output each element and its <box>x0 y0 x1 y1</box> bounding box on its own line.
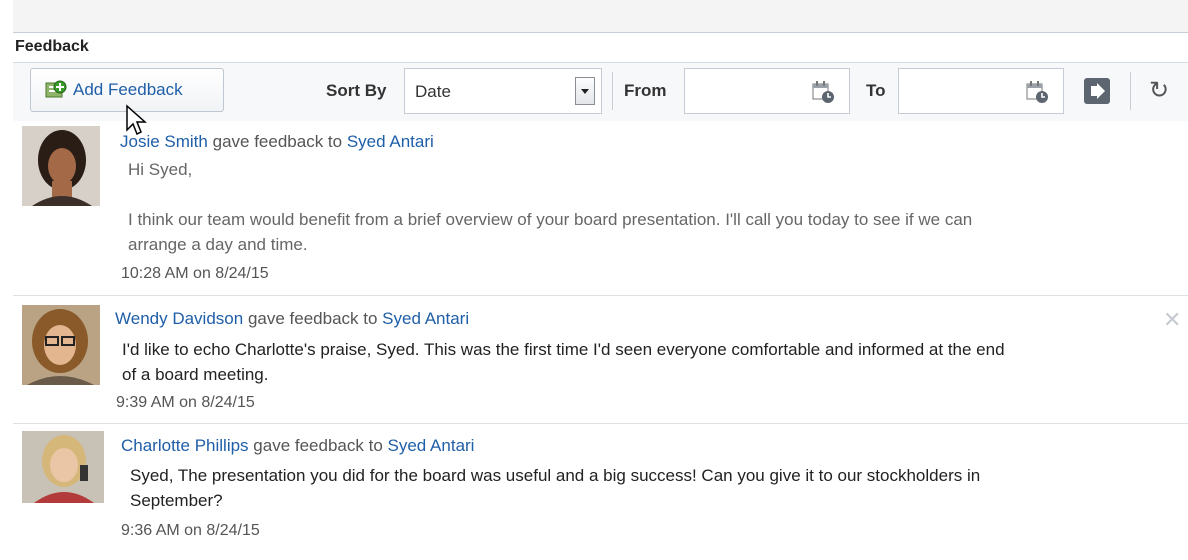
refresh-icon[interactable]: ↻ <box>1149 79 1169 103</box>
sort-select-value: Date <box>415 82 451 101</box>
section-title: Feedback <box>15 38 89 55</box>
recipient-link[interactable]: Syed Antari <box>388 436 475 455</box>
author-link[interactable]: Charlotte Phillips <box>121 436 249 455</box>
to-label: To <box>866 81 886 100</box>
feedback-body: Hi Syed, I think our team would benefit … <box>128 157 972 257</box>
recipient-link[interactable]: Syed Antari <box>382 309 469 328</box>
avatar <box>22 305 100 385</box>
feedback-line: I'd like to echo Charlotte's praise, Sye… <box>122 340 1005 359</box>
feedback-line: of a board meeting. <box>122 365 269 384</box>
to-date-input[interactable] <box>898 68 1064 114</box>
calendar-icon[interactable] <box>1025 80 1049 104</box>
feedback-timestamp: 9:36 AM on 8/24/15 <box>121 522 260 539</box>
feedback-header: Wendy Davidson gave feedback to Syed Ant… <box>115 309 469 329</box>
feedback-action: gave feedback to <box>247 309 378 328</box>
feedback-body: I'd like to echo Charlotte's praise, Sye… <box>122 337 1005 387</box>
sort-by-label: Sort By <box>326 81 387 100</box>
mouse-cursor-icon <box>125 104 151 138</box>
feedback-body: Syed, The presentation you did for the b… <box>130 463 980 513</box>
avatar <box>22 126 100 206</box>
feedback-line: I think our team would benefit from a br… <box>128 210 973 229</box>
add-feedback-icon <box>45 79 67 101</box>
feedback-line: September? <box>130 491 223 510</box>
calendar-icon[interactable] <box>811 80 835 104</box>
feedback-line: Syed, The presentation you did for the b… <box>130 466 981 485</box>
recipient-link[interactable]: Syed Antari <box>347 132 434 151</box>
add-feedback-label: Add Feedback <box>73 80 183 99</box>
close-icon[interactable]: ✕ <box>1163 307 1181 333</box>
item-divider <box>13 295 1188 296</box>
feedback-line: arrange a day and time. <box>128 235 308 254</box>
toolbar-separator <box>1130 72 1131 110</box>
feedback-action: gave feedback to <box>253 436 383 455</box>
feedback-timestamp: 10:28 AM on 8/24/15 <box>121 265 269 282</box>
feedback-line <box>128 182 972 207</box>
item-divider <box>13 423 1188 424</box>
from-date-input[interactable] <box>684 68 850 114</box>
from-label: From <box>624 81 667 100</box>
feedback-line: Hi Syed, <box>128 160 193 179</box>
chevron-down-icon[interactable] <box>575 77 595 105</box>
toolbar-separator <box>612 72 613 110</box>
header-strip <box>13 0 1188 33</box>
feedback-header: Charlotte Phillips gave feedback to Syed… <box>121 436 474 456</box>
feedback-timestamp: 9:39 AM on 8/24/15 <box>116 394 255 411</box>
avatar <box>22 431 104 503</box>
go-arrow-icon[interactable] <box>1084 78 1110 104</box>
feedback-action: gave feedback to <box>212 132 343 151</box>
sort-select[interactable]: Date <box>404 68 602 114</box>
feedback-header: Josie Smith gave feedback to Syed Antari <box>120 132 434 152</box>
author-link[interactable]: Wendy Davidson <box>115 309 243 328</box>
